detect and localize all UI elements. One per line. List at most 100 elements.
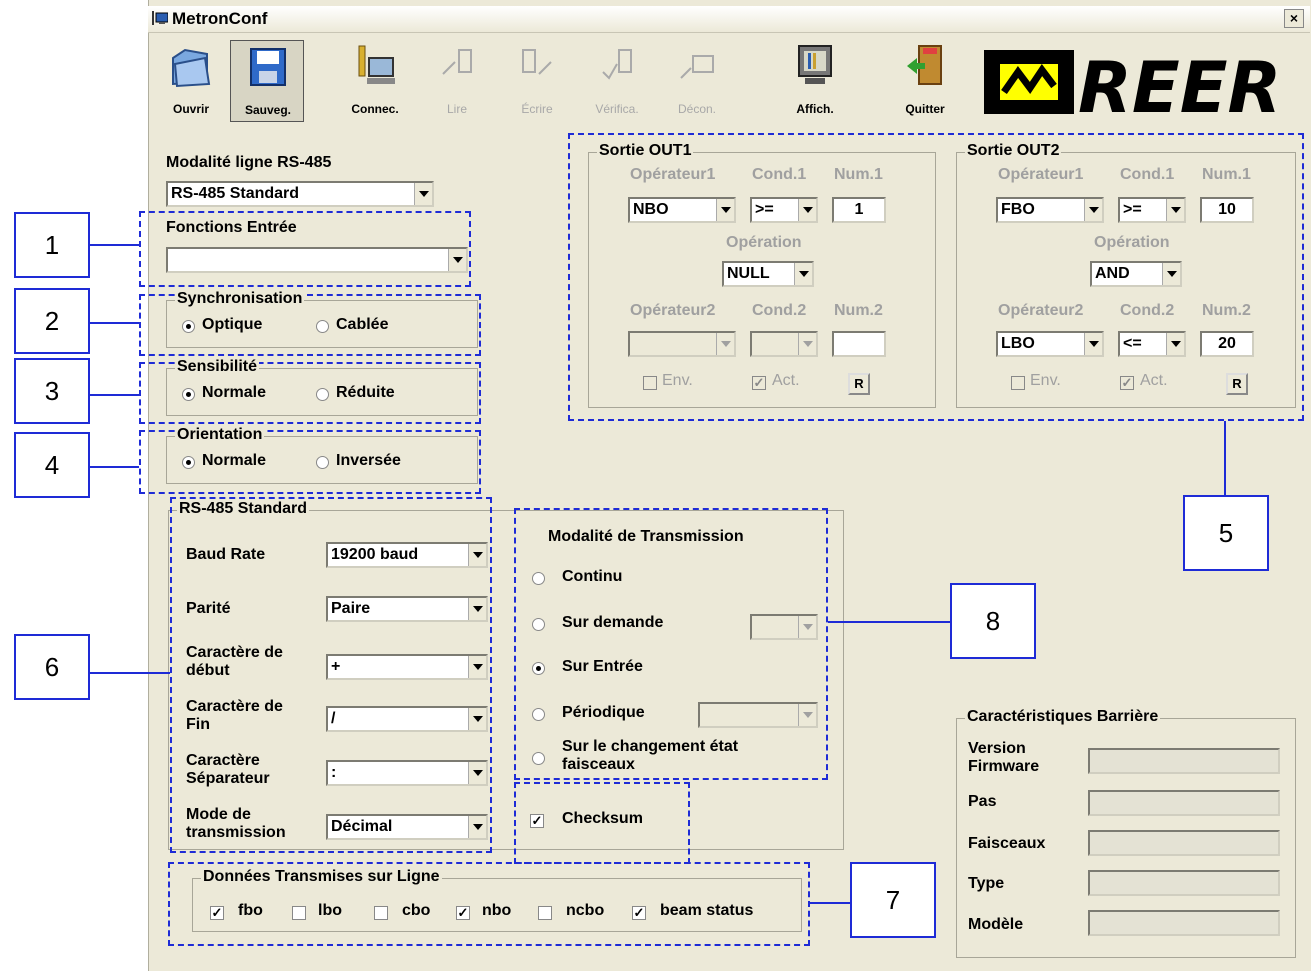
out2-cond2-select[interactable]: <= xyxy=(1118,331,1186,357)
out1-act-checkbox[interactable]: ✓ xyxy=(752,376,766,390)
floppy-disk-icon xyxy=(250,48,286,86)
chevron-down-icon[interactable] xyxy=(716,333,734,355)
chevron-down-icon[interactable] xyxy=(468,708,486,730)
toolbar-open-button[interactable]: Ouvrir xyxy=(154,40,228,122)
faisceaux-field xyxy=(1088,830,1280,856)
modele-field xyxy=(1088,910,1280,936)
donnees-lbo-checkbox[interactable] xyxy=(292,906,306,920)
donnees-ncbo-label: ncbo xyxy=(566,902,605,919)
chevron-down-icon[interactable] xyxy=(1166,333,1184,355)
trans-changement-line2: faisceaux xyxy=(562,756,635,773)
donnees-ncbo-checkbox[interactable] xyxy=(538,906,552,920)
chevron-down-icon[interactable] xyxy=(1166,199,1184,221)
sep-char-label-line1: Caractère xyxy=(186,752,260,769)
chevron-down-icon[interactable] xyxy=(468,598,486,620)
out1-num1-input[interactable]: 1 xyxy=(832,197,886,223)
chevron-down-icon[interactable] xyxy=(468,656,486,678)
out2-num2-input[interactable]: 20 xyxy=(1200,331,1254,357)
sens-reduite-radio[interactable] xyxy=(316,388,329,401)
out2-reset-button[interactable]: R xyxy=(1226,373,1248,395)
toolbar-save-button[interactable]: Sauveg. xyxy=(230,40,304,122)
toolbar-write-button[interactable]: Écrire xyxy=(500,40,574,122)
chevron-down-icon[interactable] xyxy=(414,183,432,205)
chevron-down-icon[interactable] xyxy=(1162,263,1180,285)
chevron-down-icon[interactable] xyxy=(468,762,486,784)
toolbar-quit-button[interactable]: Quitter xyxy=(888,40,962,122)
trans-demande-select[interactable] xyxy=(750,614,818,640)
out1-reset-button[interactable]: R xyxy=(848,373,870,395)
donnees-lbo-label: lbo xyxy=(318,902,342,919)
out2-num1-input[interactable]: 10 xyxy=(1200,197,1254,223)
chevron-down-icon[interactable] xyxy=(798,333,816,355)
input-functions-select[interactable] xyxy=(166,247,468,273)
chevron-down-icon[interactable] xyxy=(1084,333,1102,355)
trans-entree-radio[interactable] xyxy=(532,662,545,675)
donnees-beam-status-checkbox[interactable]: ✓ xyxy=(632,906,646,920)
chevron-down-icon[interactable] xyxy=(1084,199,1102,221)
out2-env-label: Env. xyxy=(1030,372,1061,389)
start-char-label-line1: Caractère de xyxy=(186,644,283,661)
out1-title: Sortie OUT1 xyxy=(597,142,694,160)
faisceaux-label: Faisceaux xyxy=(968,835,1046,852)
out1-cond1-select[interactable]: >= xyxy=(750,197,818,223)
start-char-value: + xyxy=(331,658,341,675)
out2-act-checkbox[interactable]: ✓ xyxy=(1120,376,1134,390)
out2-cond1-select[interactable]: >= xyxy=(1118,197,1186,223)
toolbar-disconnect-button[interactable]: Décon. xyxy=(660,40,734,122)
chevron-down-icon[interactable] xyxy=(468,816,486,838)
trans-periodique-select[interactable] xyxy=(698,702,818,728)
toolbar-label: Lire xyxy=(446,102,467,116)
checksum-checkbox[interactable]: ✓ xyxy=(530,814,544,828)
donnees-cbo-checkbox[interactable] xyxy=(374,906,388,920)
trans-demande-radio[interactable] xyxy=(532,618,545,631)
trans-changement-radio[interactable] xyxy=(532,752,545,765)
sync-cablee-radio[interactable] xyxy=(316,320,329,333)
chevron-down-icon[interactable] xyxy=(716,199,734,221)
callout-line-8 xyxy=(828,621,950,623)
out2-op2-select[interactable]: LBO xyxy=(996,331,1104,357)
out2-operation-select[interactable]: AND xyxy=(1090,261,1182,287)
chevron-down-icon[interactable] xyxy=(794,263,812,285)
chevron-down-icon[interactable] xyxy=(798,616,816,638)
start-char-select[interactable]: + xyxy=(326,654,488,680)
orient-normale-radio[interactable] xyxy=(182,456,195,469)
toolbar-connect-button[interactable]: Connec. xyxy=(338,40,412,122)
parity-select[interactable]: Paire xyxy=(326,596,488,622)
donnees-fbo-checkbox[interactable]: ✓ xyxy=(210,906,224,920)
baud-rate-select[interactable]: 19200 baud xyxy=(326,542,488,568)
trans-continu-radio[interactable] xyxy=(532,572,545,585)
toolbar-read-button[interactable]: Lire xyxy=(420,40,494,122)
mode-select[interactable]: Décimal xyxy=(326,814,488,840)
out2-env-checkbox[interactable] xyxy=(1011,376,1025,390)
close-button[interactable]: × xyxy=(1284,9,1304,28)
sens-normale-radio[interactable] xyxy=(182,388,195,401)
chevron-down-icon[interactable] xyxy=(798,199,816,221)
out1-num2-input[interactable] xyxy=(832,331,886,357)
callout-2: 2 xyxy=(14,288,90,354)
parity-value: Paire xyxy=(331,600,371,617)
out1-op1-select[interactable]: NBO xyxy=(628,197,736,223)
chevron-down-icon[interactable] xyxy=(798,704,816,726)
donnees-nbo-checkbox[interactable]: ✓ xyxy=(456,906,470,920)
reer-logo-mark: REER xyxy=(984,47,1281,129)
out1-operation-select[interactable]: NULL xyxy=(722,261,814,287)
version-label-line2: Firmware xyxy=(968,758,1040,775)
checksum-label: Checksum xyxy=(562,810,643,827)
toolbar-label: Ouvrir xyxy=(172,102,209,116)
toolbar-display-button[interactable]: Affich. xyxy=(778,40,852,122)
out2-op1-select[interactable]: FBO xyxy=(996,197,1104,223)
sync-optique-radio[interactable] xyxy=(182,320,195,333)
callout-line-5 xyxy=(1224,421,1226,495)
chevron-down-icon[interactable] xyxy=(468,544,486,566)
pas-field xyxy=(1088,790,1280,816)
orient-inversee-radio[interactable] xyxy=(316,456,329,469)
sep-char-select[interactable]: : xyxy=(326,760,488,786)
rs485-mode-select[interactable]: RS-485 Standard xyxy=(166,181,434,207)
trans-periodique-radio[interactable] xyxy=(532,708,545,721)
out1-op2-select[interactable] xyxy=(628,331,736,357)
end-char-select[interactable]: / xyxy=(326,706,488,732)
chevron-down-icon[interactable] xyxy=(448,249,466,271)
out1-cond2-select[interactable] xyxy=(750,331,818,357)
out1-env-checkbox[interactable] xyxy=(643,376,657,390)
toolbar-verify-button[interactable]: Vérifica. xyxy=(580,40,654,122)
